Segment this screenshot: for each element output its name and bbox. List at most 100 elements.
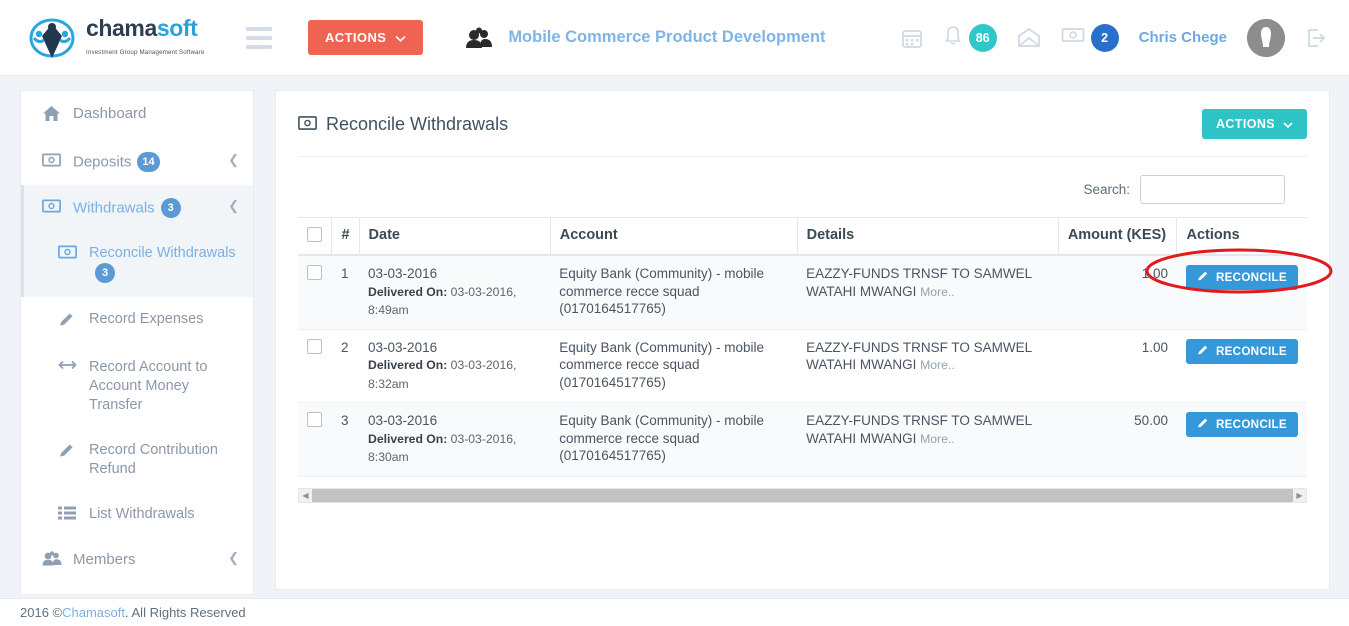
pencil-icon: [58, 442, 80, 463]
table-body: 1 03-03-2016 Delivered On: 03-03-2016, 8:4…: [298, 255, 1307, 477]
row-amount: 1.00: [1058, 255, 1177, 330]
row-account: Equity Bank (Community) - mobile commerc…: [550, 255, 798, 330]
sidebar-item-label: Record Contribution Refund: [89, 441, 218, 477]
sidebar-item-record-account-to-account-money-transfer[interactable]: Record Account to Account Money Transfer: [21, 345, 253, 428]
row-more-link[interactable]: More..: [920, 358, 955, 372]
pencil-icon: [1197, 270, 1209, 285]
row-actions-cell: RECONCILE: [1176, 402, 1307, 477]
sidebar-item-label: Withdrawals 3: [73, 198, 222, 218]
reconcile-button[interactable]: RECONCILE: [1185, 338, 1298, 364]
sidebar-item-list-withdrawals[interactable]: List Withdrawals: [21, 492, 253, 537]
brand-logo[interactable]: chamasoft Investment Group Management So…: [26, 14, 208, 62]
column-header-amount[interactable]: Amount (KES): [1057, 217, 1177, 256]
row-number: 2: [331, 329, 360, 403]
calendar-icon[interactable]: [901, 27, 923, 49]
pencil-icon: [1197, 344, 1209, 359]
arrows-left-right-icon: [58, 359, 80, 375]
sidebar-item-label: Record Expenses: [89, 310, 204, 327]
select-all-checkbox[interactable]: [307, 227, 322, 242]
sidebar-item-deposits[interactable]: Deposits 14 ❮: [21, 139, 253, 185]
panel-header: Reconcile Withdrawals ACTIONS: [276, 91, 1329, 139]
row-delivered-on: Delivered On: 03-03-2016, 8:32am: [368, 358, 517, 391]
user-name-label[interactable]: Chris Chege: [1139, 29, 1227, 46]
sidebar-item-loans[interactable]: Loans❮: [21, 583, 253, 595]
sidebar-item-label: Deposits 14: [73, 152, 222, 172]
hamburger-bar: [246, 44, 272, 49]
sidebar-item-dashboard[interactable]: Dashboard: [21, 91, 253, 139]
scrollbar-thumb[interactable]: [312, 488, 1293, 502]
sidebar-item-label: List Withdrawals: [89, 505, 195, 522]
sidebar-item-record-expenses[interactable]: Record Expenses: [21, 297, 253, 345]
brand-wordmark: chamasoft Investment Group Management So…: [86, 14, 208, 59]
row-checkbox[interactable]: [307, 338, 322, 354]
footer-brand-link[interactable]: Chamasoft: [62, 605, 125, 620]
reconcile-button-label: RECONCILE: [1215, 344, 1287, 358]
sidebar-item-label: Record Account to Account Money Transfer: [89, 358, 208, 413]
table-head: # Date Account Details Amount (KES) Acti…: [298, 217, 1307, 256]
chevron-left-icon[interactable]: ❮: [222, 198, 239, 214]
row-date-cell: 03-03-2016 Delivered On: 03-03-2016, 8:49…: [359, 255, 551, 330]
mail-envelope-icon[interactable]: [1017, 27, 1041, 48]
row-checkbox[interactable]: [307, 265, 322, 280]
row-checkbox[interactable]: [307, 412, 322, 427]
select-all-header: [298, 217, 332, 256]
row-date-cell: 03-03-2016 Delivered On: 03-03-2016, 8:32…: [359, 329, 551, 403]
table-horizontal-scrollbar[interactable]: ◀ ▶: [298, 487, 1307, 503]
sidebar-item-record-contribution-refund[interactable]: Record Contribution Refund: [21, 428, 253, 492]
panel-actions-button[interactable]: ACTIONS: [1201, 109, 1307, 139]
brand-word-dark: chama: [86, 14, 157, 41]
row-actions-cell: RECONCILE: [1176, 329, 1307, 403]
reconcile-button[interactable]: RECONCILE: [1185, 265, 1298, 290]
pencil-icon: [1197, 417, 1209, 432]
chevron-down-icon: [395, 30, 406, 45]
row-select-cell: [298, 255, 332, 330]
group-context[interactable]: Mobile Commerce Product Development: [465, 27, 826, 49]
search-input[interactable]: [1140, 175, 1285, 204]
row-number: 3: [331, 402, 360, 477]
panel-actions-label: ACTIONS: [1215, 117, 1275, 131]
reconcile-button-label: RECONCILE: [1215, 418, 1287, 431]
withdrawals-table-container: # Date Account Details Amount (KES) Acti…: [298, 217, 1307, 477]
sidebar-item-badge: 3: [95, 263, 115, 283]
chevron-down-icon: [1283, 117, 1293, 131]
money-bill-icon: [42, 153, 64, 171]
hamburger-menu-icon[interactable]: [246, 26, 272, 49]
header-actions-button[interactable]: ACTIONS: [308, 20, 424, 55]
page-title-text: Reconcile Withdrawals: [326, 113, 509, 134]
footer-copyright-prefix: 2016 ©: [20, 605, 63, 620]
row-account: Equity Bank (Community) - mobile commerc…: [550, 329, 798, 403]
logout-icon[interactable]: [1305, 27, 1327, 49]
money-bill-icon: [1061, 26, 1085, 49]
row-more-link[interactable]: More..: [920, 285, 955, 299]
table-row: 2 03-03-2016 Delivered On: 03-03-2016, 8:3…: [298, 329, 1307, 403]
chevron-left-icon[interactable]: ❮: [222, 550, 239, 566]
row-delivered-on: Delivered On: 03-03-2016, 8:30am: [368, 431, 517, 465]
sidebar-item-reconcile-withdrawals[interactable]: Reconcile Withdrawals3: [21, 231, 253, 297]
sidebar-item-withdrawals[interactable]: Withdrawals 3 ❮: [21, 185, 253, 231]
pencil-icon: [58, 311, 80, 332]
arrow-left-icon[interactable]: ◀: [299, 489, 312, 502]
sidebar-item-badge: 14: [137, 152, 160, 172]
chevron-left-icon[interactable]: ❮: [222, 152, 239, 168]
hamburger-bar: [246, 26, 272, 31]
user-avatar-icon[interactable]: [1247, 18, 1285, 57]
column-header-details[interactable]: Details: [796, 217, 1059, 256]
arrow-right-icon[interactable]: ▶: [1293, 489, 1306, 502]
sidebar-item-label: Dashboard: [73, 105, 147, 122]
column-header-number[interactable]: #: [331, 217, 360, 256]
chamasoft-people-logo-icon: [26, 14, 78, 62]
money-transactions-group[interactable]: 2: [1061, 23, 1119, 52]
column-header-account[interactable]: Account: [549, 217, 798, 256]
sidebar-item-label: Members: [73, 550, 136, 568]
row-more-link[interactable]: More..: [920, 432, 955, 446]
hamburger-bar: [246, 35, 272, 40]
sidebar-item-members[interactable]: Members ❮: [21, 537, 253, 583]
sidebar-nav: Dashboard Deposits 14 ❮ Withdrawals 3 ❮ Reconci…: [20, 90, 254, 595]
header-actions-label: ACTIONS: [325, 30, 387, 45]
reconcile-button[interactable]: RECONCILE: [1185, 412, 1298, 437]
reconcile-button-label: RECONCILE: [1215, 271, 1287, 284]
footer-copyright-suffix: . All Rights Reserved: [125, 605, 246, 620]
notifications-group[interactable]: 86: [943, 23, 997, 52]
column-header-date[interactable]: Date: [358, 217, 551, 256]
home-icon: [42, 105, 64, 126]
